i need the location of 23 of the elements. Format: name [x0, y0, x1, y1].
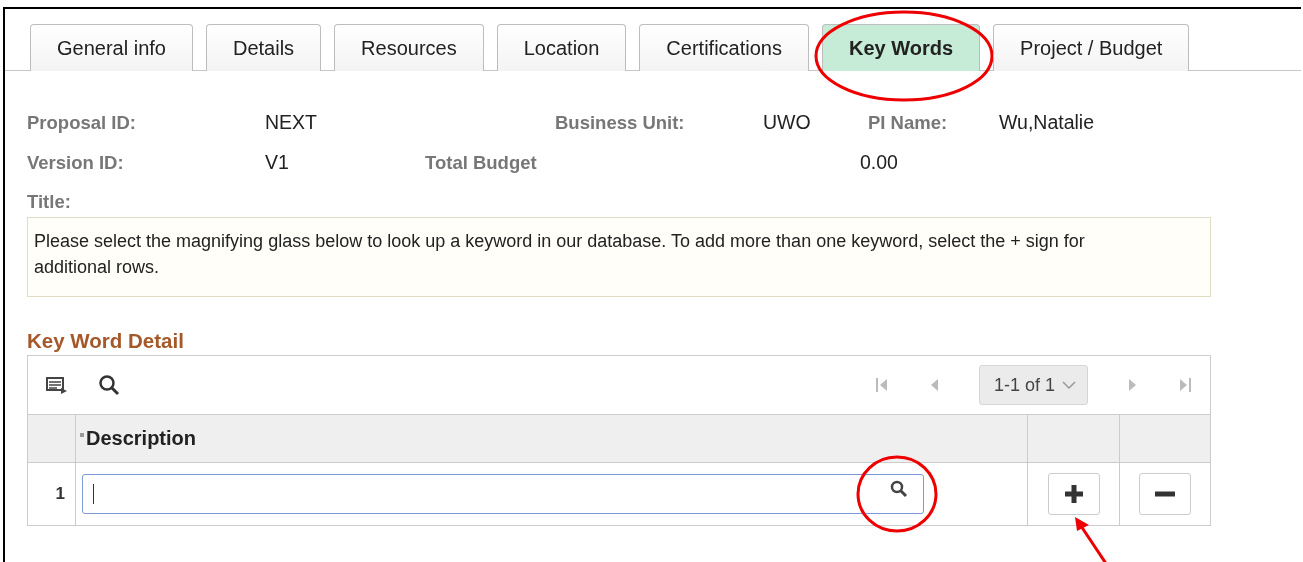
- field-value: NEXT: [265, 111, 318, 134]
- tab[interactable]: Location: [496, 24, 627, 71]
- field-label: Total Budget: [425, 152, 538, 174]
- tab[interactable]: Resources: [334, 24, 484, 71]
- tab[interactable]: Certifications: [639, 24, 809, 71]
- tab[interactable]: Project / Budget: [993, 24, 1190, 71]
- section-title: Key Word Detail: [27, 329, 185, 353]
- column-header: Description: [76, 427, 197, 450]
- tab[interactable]: Key Words: [821, 24, 981, 71]
- field-label: Proposal ID:: [27, 112, 137, 134]
- field-value: 0.00: [860, 151, 899, 174]
- instruction-text: Please select the magnifying glass below to look up a keyword in our database. To add more than one keyword, select the + sign for additional rows.: [27, 217, 1211, 297]
- field-label: PI Name:: [868, 112, 949, 134]
- field-label: Version ID:: [27, 152, 125, 174]
- field-label: Title:: [27, 191, 72, 213]
- row-number: 1: [54, 484, 66, 504]
- field-value: Wu,Natalie: [999, 111, 1095, 134]
- field-value: V1: [265, 151, 290, 174]
- field-value: UWO: [763, 111, 812, 134]
- tab[interactable]: General info: [30, 24, 193, 71]
- field-label: Business Unit:: [555, 112, 686, 134]
- page-selector[interactable]: 1-1 of 1: [978, 365, 1088, 405]
- tab[interactable]: Details: [205, 24, 322, 71]
